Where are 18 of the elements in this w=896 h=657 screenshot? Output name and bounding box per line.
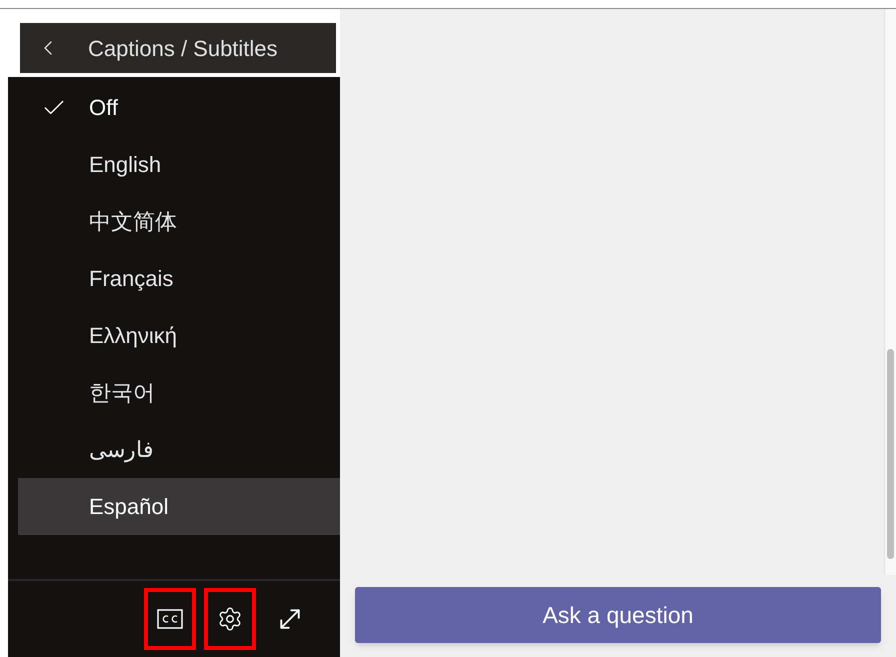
language-label: 中文简体	[89, 208, 177, 236]
scrollbar[interactable]	[884, 9, 896, 575]
settings-button[interactable]	[204, 588, 256, 650]
language-label: Español	[89, 493, 169, 521]
captions-button[interactable]	[144, 588, 196, 650]
menu-header[interactable]: Captions / Subtitles	[20, 23, 336, 73]
closed-captions-icon	[157, 609, 183, 629]
language-label: Off	[89, 94, 118, 122]
ask-question-button[interactable]: Ask a question	[355, 587, 881, 643]
language-label: Français	[89, 265, 174, 293]
language-option[interactable]: Español	[18, 478, 340, 535]
language-label: فارسی	[89, 436, 154, 464]
language-label: Ελληνική	[89, 322, 178, 350]
scrollbar-thumb[interactable]	[887, 349, 894, 559]
settings-icon	[217, 606, 243, 632]
language-label: 한국어	[89, 379, 155, 407]
menu-title: Captions / Subtitles	[88, 34, 278, 63]
language-label: English	[89, 151, 162, 179]
